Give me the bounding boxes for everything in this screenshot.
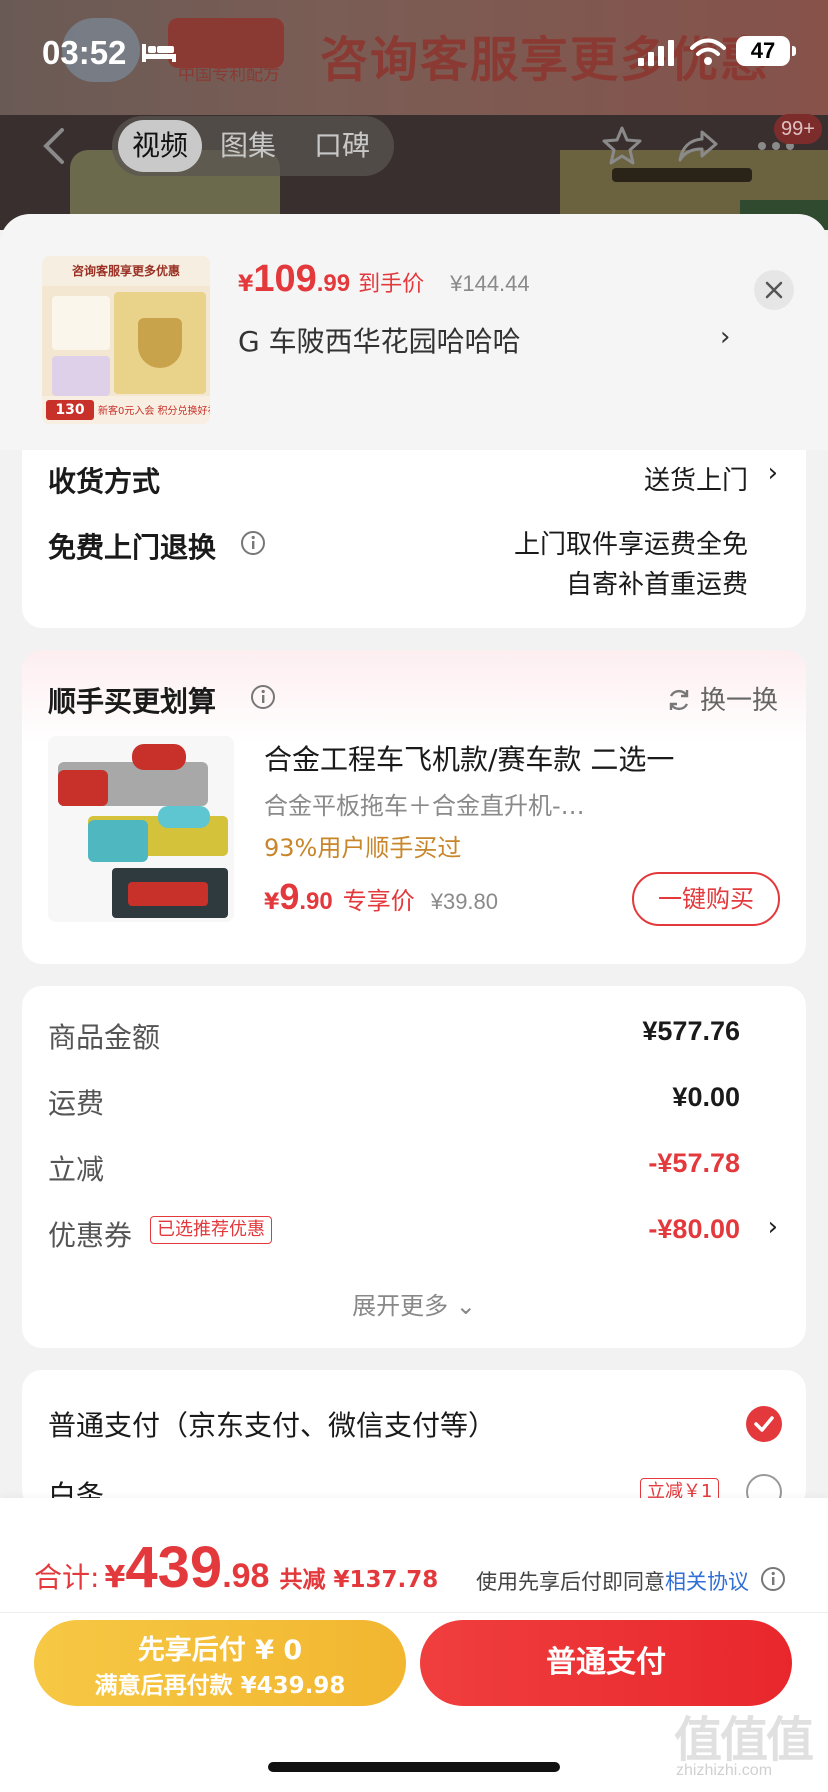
thumbnail-footer-text: 新客0元入会 积分兑换好礼 [98, 406, 210, 417]
cellular-signal-icon [638, 40, 674, 66]
status-bar: 03:52 47 [0, 0, 828, 100]
price-summary-card: 商品金额 ¥577.76 运费 ¥0.00 立减 -¥57.78 优惠券 已选推… [22, 986, 806, 1348]
free-return-line1: 上门取件享运费全免 [513, 530, 748, 560]
price-currency: ¥ [238, 272, 254, 297]
normal-pay-button[interactable]: 普通支付 [420, 1620, 792, 1706]
add-on-info-icon[interactable] [250, 684, 276, 710]
total-saved: 共减 ¥137.78 [279, 1567, 439, 1593]
thumbnail-promo-text: 咨询客服享更多优惠 [42, 256, 210, 286]
total-currency: ¥ [104, 1560, 126, 1595]
clock: 03:52 [42, 34, 127, 71]
add-on-bought-rate: 93%用户顺手买过 [264, 834, 462, 862]
sleep-focus-icon [142, 44, 176, 62]
watermark-glyphs: 值值值 [674, 1712, 814, 1768]
toy-tow-truck-cab [88, 820, 148, 862]
price-decimal: .99 [316, 270, 351, 297]
pay-later-subtitle: 满意后再付款 ¥439.98 [94, 1673, 346, 1699]
coupon-value[interactable]: -¥80.00 [648, 1214, 740, 1245]
divider [0, 1612, 828, 1613]
agreement-info-icon[interactable] [760, 1566, 786, 1592]
delivery-card: 收货方式 送货上门 › 免费上门退换 上门取件享运费全免 自寄补首重运费 [22, 450, 806, 628]
thumbnail-shield [138, 318, 182, 368]
toy-helicopter [132, 744, 186, 770]
delivery-method-chevron-icon[interactable]: › [768, 458, 778, 488]
toy-package-car [128, 882, 208, 906]
total-decimal: .98 [222, 1557, 270, 1595]
delivery-method-label: 收货方式 [48, 465, 161, 498]
toy-truck-cab [58, 770, 108, 806]
agreement-link[interactable]: 相关协议 [665, 1570, 749, 1594]
delivery-address[interactable]: G 车陂西华花园哈哈哈 [238, 320, 521, 360]
tab-video[interactable]: 视频 [118, 120, 203, 172]
toy-race-car [158, 806, 210, 828]
subtotal-value: ¥577.76 [642, 1016, 740, 1046]
media-tabs: 视频 图集 口碑 [112, 116, 394, 176]
share-icon[interactable] [676, 126, 720, 166]
tab-reviews[interactable]: 口碑 [314, 116, 370, 176]
notification-badge: 99+ [774, 114, 822, 144]
normal-payment-check[interactable] [746, 1406, 782, 1442]
refresh-icon [669, 689, 689, 711]
shipping-value: ¥0.00 [672, 1082, 740, 1112]
agreement-prefix: 使用先享后付即同意 [476, 1570, 665, 1594]
thumbnail-gift [52, 356, 110, 396]
coupon-label: 优惠券 [48, 1219, 133, 1252]
site-watermark: 值值值 zhizhizhi.com [674, 1700, 824, 1788]
address-chevron-icon[interactable]: › [720, 322, 730, 352]
add-on-price: ¥9.90 专享价 ¥39.80 [264, 876, 498, 918]
pay-later-title: 先享后付 ¥ 0 [137, 1635, 303, 1666]
battery-indicator: 47 [736, 36, 796, 66]
discount-value: -¥57.78 [648, 1148, 740, 1178]
delivery-method-value[interactable]: 送货上门 [644, 460, 748, 497]
close-icon [765, 281, 783, 299]
return-info-icon[interactable] [240, 530, 266, 556]
product-thumbnail: 咨询客服享更多优惠 130 新客0元入会 积分兑换好礼 [42, 256, 210, 424]
add-on-product-name[interactable]: 合金工程车飞机款/赛车款 二选一 [264, 738, 674, 778]
add-on-original-price: ¥39.80 [430, 889, 499, 914]
watermark-url: zhizhizhi.com [676, 1762, 773, 1779]
free-return-label: 免费上门退换 [48, 531, 217, 564]
refresh-button[interactable]: 换一换 [666, 680, 778, 717]
home-indicator[interactable] [268, 1762, 560, 1772]
order-sheet-header: 咨询客服享更多优惠 130 新客0元入会 积分兑换好礼 ¥109.99 到手价 ¥1… [0, 214, 828, 450]
coupon-recommended-tag: 已选推荐优惠 [150, 1216, 272, 1244]
thumbnail-badge: 130 [46, 400, 94, 420]
one-click-buy-button[interactable]: 一键购买 [632, 872, 780, 926]
discount-label: 立减 [48, 1153, 105, 1186]
refresh-label: 换一换 [699, 686, 778, 716]
checkmark-icon [754, 1416, 774, 1432]
add-on-price-decimal: .90 [299, 888, 333, 915]
normal-payment-option[interactable]: 普通支付（京东支付、微信支付等） [48, 1404, 496, 1444]
close-button[interactable] [754, 270, 794, 310]
total-label: 合计: [34, 1561, 100, 1594]
agreement-text: 使用先享后付即同意相关协议 [476, 1566, 749, 1596]
expand-more-button[interactable]: 展开更多 ⌄ [22, 1286, 806, 1321]
back-icon[interactable] [40, 126, 70, 166]
shipping-label: 运费 [48, 1087, 105, 1120]
add-on-product-image[interactable] [48, 736, 234, 922]
add-on-product-desc: 合金平板拖车＋合金直升机-… [264, 792, 585, 820]
pay-later-button[interactable]: 先享后付 ¥ 0 满意后再付款 ¥439.98 [34, 1620, 406, 1706]
order-total: 合计: ¥439.98 共减 ¥137.78 [34, 1534, 438, 1601]
add-on-price-label: 专享价 [342, 887, 415, 915]
final-price: ¥109.99 到手价 ¥144.44 [238, 258, 530, 308]
wifi-icon [690, 38, 726, 65]
free-return-line2: 自寄补首重运费 [565, 570, 748, 600]
favorite-star-icon[interactable] [600, 124, 644, 168]
add-on-title: 顺手买更划算 [48, 685, 217, 718]
subtotal-label: 商品金额 [48, 1021, 161, 1054]
price-integer: 109 [253, 258, 317, 300]
total-integer: 439 [125, 1535, 223, 1600]
tab-gallery[interactable]: 图集 [220, 116, 276, 176]
add-on-card: 顺手买更划算 换一换 合金工程车飞机款/赛车款 二选一 合金平板拖车＋合金直升机… [22, 650, 806, 964]
product-box-handle [612, 168, 752, 182]
coupon-chevron-icon[interactable]: › [768, 1212, 778, 1242]
add-on-price-currency: ¥ [264, 890, 280, 915]
payment-method-card: 普通支付（京东支付、微信支付等） 白条 立减￥1 [22, 1370, 806, 1510]
thumbnail-cans [52, 296, 110, 350]
price-label: 到手价 [358, 272, 425, 297]
add-on-price-integer: 9 [279, 876, 300, 917]
original-price: ¥144.44 [450, 271, 530, 296]
